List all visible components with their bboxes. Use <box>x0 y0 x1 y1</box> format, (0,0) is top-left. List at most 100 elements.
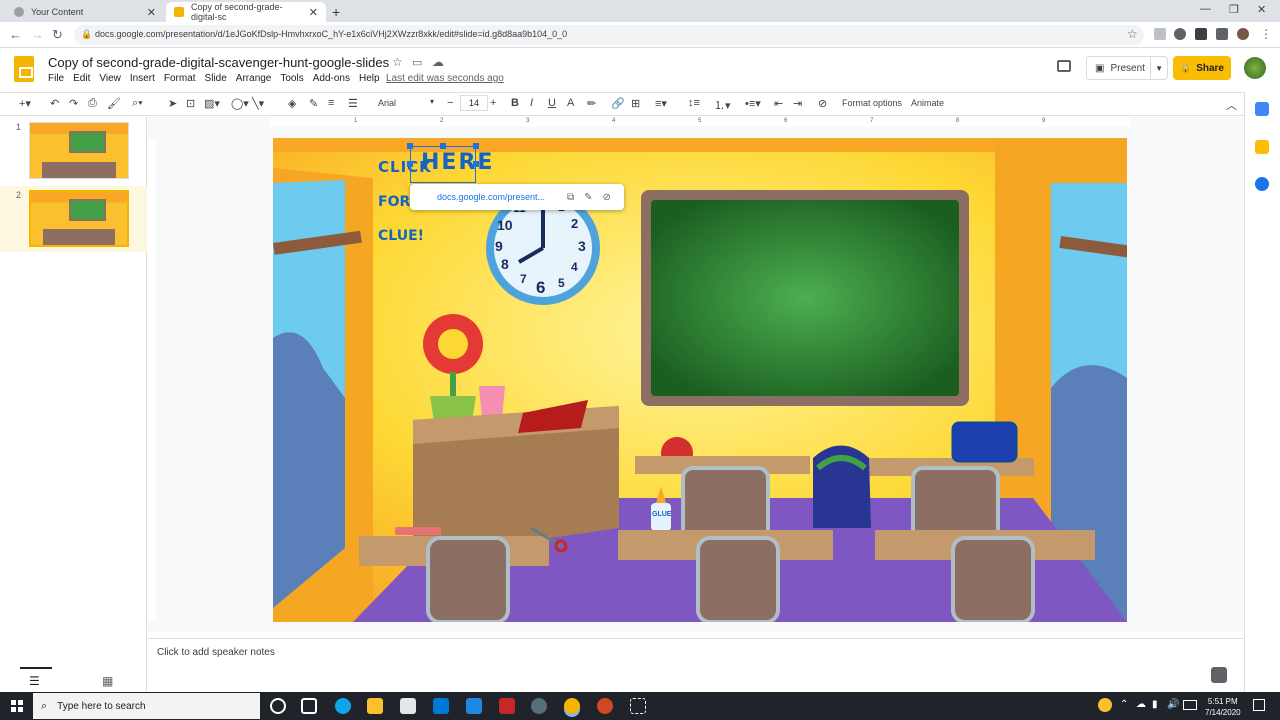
zoom-icon[interactable]: ⌕▾ <box>132 97 143 110</box>
resize-handle[interactable] <box>407 161 413 167</box>
border-weight-icon[interactable]: ≡ <box>328 97 334 109</box>
numbered-list-icon[interactable]: ⒈▾ <box>714 97 731 113</box>
resize-handle[interactable] <box>407 143 413 149</box>
explore-icon[interactable] <box>1211 667 1227 683</box>
cortana-icon[interactable] <box>270 698 286 714</box>
file-explorer-icon[interactable] <box>367 698 383 714</box>
remove-link-icon[interactable]: ⊘ <box>603 192 611 203</box>
network-icon[interactable]: ▮ <box>1152 699 1158 710</box>
bookmark-star-icon[interactable]: ☆ <box>1127 27 1138 41</box>
notifications-icon[interactable] <box>1253 699 1265 711</box>
undo-icon[interactable]: ↶ <box>50 97 59 110</box>
menu-view[interactable]: View <box>99 73 121 84</box>
copy-link-icon[interactable]: ⧉ <box>567 192 574 203</box>
paint-format-icon[interactable]: 🖌 <box>107 97 121 110</box>
font-size-input[interactable]: 14 <box>460 95 488 111</box>
keep-icon[interactable] <box>1255 140 1269 154</box>
tab-slides[interactable]: Copy of second-grade-digital-sc ✕ <box>166 2 326 22</box>
present-button[interactable]: ▣ Present ▼ <box>1086 56 1168 80</box>
line-spacing-icon[interactable]: ↕≡ <box>688 97 700 109</box>
speaker-notes-placeholder[interactable]: Click to add speaker notes <box>157 647 275 658</box>
font-dropdown-icon[interactable]: ▾ <box>430 97 434 106</box>
bulleted-list-icon[interactable]: •≡▾ <box>745 97 761 110</box>
powerpoint-icon[interactable] <box>597 698 613 714</box>
window-close-icon[interactable]: ✕ <box>1257 3 1266 16</box>
increase-indent-icon[interactable]: ⇥ <box>793 97 802 110</box>
border-color-icon[interactable]: ✎ <box>309 97 318 110</box>
menu-file[interactable]: File <box>48 73 64 84</box>
clear-formatting-icon[interactable]: ⊘ <box>818 97 827 110</box>
close-tab-icon[interactable]: ✕ <box>147 6 156 19</box>
print-icon[interactable]: ⎙ <box>88 97 97 110</box>
volume-icon[interactable]: 🔊 <box>1167 699 1179 710</box>
menu-help[interactable]: Help <box>359 73 380 84</box>
border-dash-icon[interactable]: ☰ <box>348 97 358 110</box>
camera-icon[interactable] <box>531 698 547 714</box>
restore-icon[interactable]: ❐ <box>1229 3 1239 16</box>
collapse-toolbar-icon[interactable]: ︿ <box>1226 97 1237 113</box>
image-icon[interactable]: ▨▾ <box>204 97 220 110</box>
azure-icon[interactable] <box>466 698 482 714</box>
slide-thumbnail-2[interactable] <box>29 190 129 247</box>
reload-icon[interactable]: ↻ <box>52 27 63 43</box>
insert-link-icon[interactable]: 🔗 <box>611 97 625 110</box>
resize-handle[interactable] <box>440 143 446 149</box>
italic-icon[interactable]: I <box>530 97 533 109</box>
new-slide-icon[interactable]: +▾ <box>19 97 31 110</box>
close-tab-icon[interactable]: ✕ <box>309 6 318 19</box>
account-avatar[interactable] <box>1244 57 1266 79</box>
edge-icon[interactable] <box>335 698 351 714</box>
format-options-button[interactable]: Format options <box>842 98 902 108</box>
extension-grid-icon[interactable] <box>1154 28 1166 40</box>
star-icon[interactable]: ☆ <box>392 55 403 69</box>
present-dropdown-icon[interactable]: ▼ <box>1150 57 1167 79</box>
bold-icon[interactable]: B <box>511 97 519 109</box>
mail-icon[interactable] <box>433 698 449 714</box>
profile-avatar[interactable] <box>1237 28 1249 40</box>
tray-chevron-icon[interactable]: ⌃ <box>1120 699 1128 710</box>
resize-handle[interactable] <box>473 143 479 149</box>
resize-handle[interactable] <box>473 161 479 167</box>
grid-view-icon[interactable]: ▦ <box>102 674 113 688</box>
tasks-icon[interactable] <box>1255 177 1269 191</box>
calendar-icon[interactable] <box>1255 102 1269 116</box>
link-url[interactable]: docs.google.com/present... <box>437 192 557 202</box>
document-title[interactable]: Copy of second-grade-digital-scavenger-h… <box>48 55 389 70</box>
keyboard-icon[interactable] <box>1183 700 1197 710</box>
chrome-icon[interactable] <box>564 698 580 714</box>
fill-color-icon[interactable]: ◈ <box>288 97 296 110</box>
filmstrip-view-icon[interactable]: ☰ <box>29 674 40 688</box>
slide-canvas[interactable]: CLICK HERE FOR CLUE! 12 1 2 3 4 5 6 7 8 … <box>273 138 1127 622</box>
slides-logo-icon[interactable] <box>14 56 34 82</box>
comment-history-icon[interactable] <box>1057 60 1071 72</box>
windows-start-icon[interactable] <box>11 700 23 712</box>
underline-icon[interactable]: U <box>548 97 556 109</box>
back-icon[interactable]: ← <box>9 27 22 42</box>
taskbar-search[interactable]: ⌕ Type here to search <box>33 693 260 719</box>
decrease-indent-icon[interactable]: ⇤ <box>774 97 783 110</box>
text-box-icon[interactable]: ⊡ <box>186 97 195 110</box>
tab-your-content[interactable]: Your Content ✕ <box>6 2 164 22</box>
increase-font-icon[interactable]: + <box>490 97 496 109</box>
animate-button[interactable]: Animate <box>911 98 944 108</box>
menu-edit[interactable]: Edit <box>73 73 90 84</box>
line-icon[interactable]: ╲▾ <box>252 97 264 110</box>
shape-icon[interactable]: ◯▾ <box>231 97 249 110</box>
menu-tools[interactable]: Tools <box>280 73 303 84</box>
mcafee-icon[interactable] <box>499 698 515 714</box>
help-icon[interactable] <box>1098 698 1112 712</box>
share-button[interactable]: 🔒 Share <box>1173 56 1231 80</box>
highlight-icon[interactable]: ✏ <box>587 97 596 110</box>
selection-box[interactable] <box>410 146 476 183</box>
snipping-tool-icon[interactable] <box>630 698 646 714</box>
menu-arrange[interactable]: Arrange <box>236 73 272 84</box>
menu-slide[interactable]: Slide <box>205 73 227 84</box>
minimize-icon[interactable]: — <box>1200 3 1211 15</box>
system-clock[interactable]: 5:51 PM 7/14/2020 <box>1205 696 1241 718</box>
pinterest-icon[interactable] <box>1174 28 1186 40</box>
new-tab-icon[interactable]: + <box>332 4 340 20</box>
store-icon[interactable] <box>400 698 416 714</box>
task-view-icon[interactable] <box>301 698 317 714</box>
menu-format[interactable]: Format <box>164 73 196 84</box>
edit-link-icon[interactable]: ✎ <box>584 192 592 203</box>
